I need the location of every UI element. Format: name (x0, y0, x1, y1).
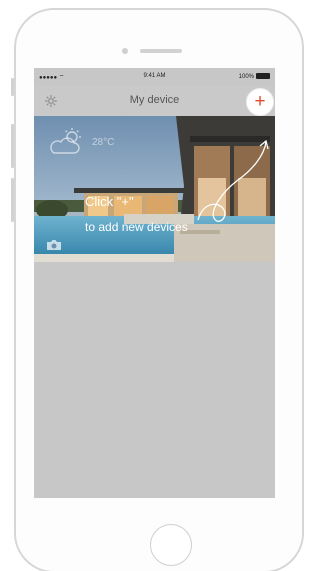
battery-icon (256, 73, 270, 79)
home-button[interactable] (150, 524, 192, 566)
earpiece-speaker (140, 49, 182, 53)
add-device-button[interactable]: + (246, 88, 274, 116)
pointer-arrow (197, 140, 269, 222)
page-title: My device (129, 94, 180, 106)
volume-down-button (11, 178, 14, 222)
partly-cloudy-icon (50, 128, 81, 154)
plus-icon: + (254, 91, 266, 112)
camera-icon[interactable] (46, 239, 62, 251)
phone-screen: ●●●●● ⌔ 9:41 AM 100% My device + 28°C Cl… (34, 68, 275, 498)
hint-add-devices: to add new devices (85, 220, 188, 234)
mute-switch (11, 78, 14, 96)
front-camera (122, 48, 128, 54)
temperature-readout: 28°C (92, 137, 115, 148)
hint-click-plus: Click "+" (85, 194, 134, 209)
battery-indicator: 100% (239, 73, 270, 80)
nav-bar: My device + (34, 86, 275, 116)
volume-up-button (11, 124, 14, 168)
status-bar: ●●●●● ⌔ 9:41 AM 100% (34, 68, 275, 86)
